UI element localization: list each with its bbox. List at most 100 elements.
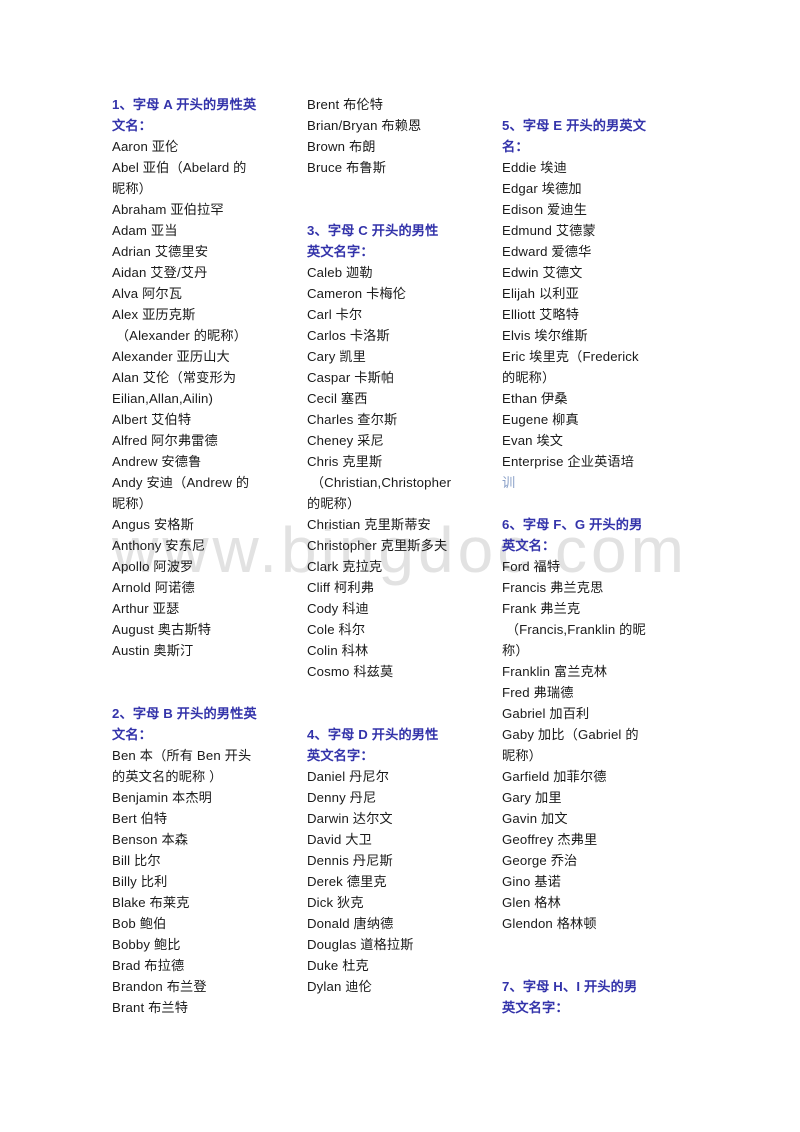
name-entry-line: Dick 狄克	[307, 895, 364, 910]
name-entry-line: Colin 科林	[307, 643, 369, 658]
section-heading-line: 4、字母 D 开头的男性	[307, 727, 439, 742]
name-entry-line: Eddie 埃迪	[502, 160, 567, 175]
name-entry-line: Arthur 亚瑟	[112, 601, 180, 616]
name-entry-line: Alex 亚历克斯	[112, 307, 196, 322]
name-entry-line: Enterprise 企业英语培	[502, 454, 635, 469]
name-entry-line: Elijah 以利亚	[502, 286, 579, 301]
section-heading-line: 3、字母 C 开头的男性	[307, 223, 439, 238]
name-entry-line: Aaron 亚伦	[112, 139, 179, 154]
name-entry-line: 称）	[502, 643, 529, 658]
section-heading-line: 英文名：	[502, 538, 556, 553]
name-entry-line: 昵称）	[112, 496, 153, 511]
name-entry-line: Edward 爱德华	[502, 244, 592, 259]
name-entry-line: Gaby 加比（Gabriel 的	[502, 727, 639, 742]
section-heading-line: 2、字母 B 开头的男性英	[112, 706, 257, 721]
name-entry-line: Arnold 阿诺德	[112, 580, 195, 595]
name-entry-line: 的昵称）	[307, 496, 361, 511]
name-entry-line: Bill 比尔	[112, 853, 161, 868]
name-entry-line: Austin 奥斯汀	[112, 643, 194, 658]
name-entry-line: Adam 亚当	[112, 223, 178, 238]
name-entry-line: Alfred 阿尔弗雷德	[112, 433, 218, 448]
name-entry-line: Geoffrey 杰弗里	[502, 832, 598, 847]
name-entry-line: Eric 埃里克（Frederick	[502, 349, 639, 364]
name-entry-line: Duke 杜克	[307, 958, 369, 973]
name-entry-line: Cecil 塞西	[307, 391, 368, 406]
name-entry-line: Andy 安迪（Andrew 的	[112, 475, 250, 490]
name-entry-line: Derek 德里克	[307, 874, 387, 889]
name-entry-line: Caleb 迦勒	[307, 265, 373, 280]
name-entry-line: Garfield 加菲尔德	[502, 769, 607, 784]
section-heading-line: 英文名字：	[502, 1000, 569, 1015]
name-entry-line: Glen 格林	[502, 895, 561, 910]
name-entry-line: （Christian,Christopher	[307, 475, 452, 490]
section-heading-line: 文名：	[112, 118, 153, 133]
name-entry-line: Carl 卡尔	[307, 307, 363, 322]
name-entry-line: Edgar 埃德加	[502, 181, 582, 196]
name-entry-line: Anthony 安东尼	[112, 538, 206, 553]
name-entry-line: Alan 艾伦（常变形为	[112, 370, 237, 385]
name-entry-line: Blake 布莱克	[112, 895, 190, 910]
name-entry-line: Cliff 柯利弗	[307, 580, 375, 595]
name-entry-line: Brent 布伦特	[307, 97, 384, 112]
name-entry-line: Gabriel 加百利	[502, 706, 590, 721]
name-entry-line: （Francis,Franklin 的昵	[502, 622, 646, 637]
text-columns: 1、字母 A 开头的男性英 文名： Aaron 亚伦 Abel 亚伯（Abelard …	[112, 94, 692, 1018]
name-entry-line: Dennis 丹尼斯	[307, 853, 393, 868]
section-heading-line: 英文名字：	[307, 748, 374, 763]
name-entry-line: Francis 弗兰克思	[502, 580, 604, 595]
name-entry-line: Fred 弗瑞德	[502, 685, 574, 700]
document-page: 1、字母 A 开头的男性英 文名： Aaron 亚伦 Abel 亚伯（Abelard …	[0, 0, 800, 1132]
name-entry-line: Christopher 克里斯多夫	[307, 538, 448, 553]
name-entry-line: Bob 鲍伯	[112, 916, 167, 931]
name-entry-line: Edmund 艾德蒙	[502, 223, 596, 238]
name-entry-line: Cody 科迪	[307, 601, 369, 616]
name-entry-line: 昵称）	[502, 748, 543, 763]
name-entry-line: Gary 加里	[502, 790, 562, 805]
section-heading-line: 英文名字：	[307, 244, 374, 259]
name-entry-line: Brandon 布兰登	[112, 979, 207, 994]
name-entry-line: Charles 查尔斯	[307, 412, 398, 427]
name-entry-line: （Alexander 的昵称）	[112, 328, 248, 343]
name-entry-line: Caspar 卡斯帕	[307, 370, 395, 385]
name-entry-line: 昵称）	[112, 181, 153, 196]
name-entry-line: Daniel 丹尼尔	[307, 769, 390, 784]
name-entry-line: Franklin 富兰克林	[502, 664, 608, 679]
name-entry-line: George 乔治	[502, 853, 578, 868]
name-entry-line: Gavin 加文	[502, 811, 568, 826]
section-heading-line: 6、字母 F、G 开头的男	[502, 517, 643, 532]
name-entry-line: Eilian,Allan,Ailin)	[112, 391, 214, 406]
name-entry-line: Abraham 亚伯拉罕	[112, 202, 224, 217]
name-entry-line: Glendon 格林顿	[502, 916, 597, 931]
name-entry-line: Brad 布拉德	[112, 958, 185, 973]
name-entry-line: Angus 安格斯	[112, 517, 194, 532]
name-entry-line: Andrew 安德鲁	[112, 454, 202, 469]
name-entry-line: Benson 本森	[112, 832, 189, 847]
name-entry-line: Brant 布兰特	[112, 1000, 189, 1015]
name-entry-line: Carlos 卡洛斯	[307, 328, 390, 343]
column-1: 1、字母 A 开头的男性英 文名： Aaron 亚伦 Abel 亚伯（Abelard …	[112, 94, 305, 1018]
name-entry-line: Douglas 道格拉斯	[307, 937, 414, 952]
name-entry-line: Frank 弗兰克	[502, 601, 581, 616]
name-entry-line: Cosmo 科兹莫	[307, 664, 394, 679]
name-entry-line: Eugene 柳真	[502, 412, 579, 427]
name-entry-line: Benjamin 本杰明	[112, 790, 213, 805]
section-heading-line: 文名：	[112, 727, 153, 742]
column-3: 5、字母 E 开头的男英文 名： Eddie 埃迪 Edgar 埃德加 Edison 爱…	[502, 94, 695, 1018]
name-entry-line: Elvis 埃尔维斯	[502, 328, 588, 343]
name-entry-line: Gino 基诺	[502, 874, 561, 889]
name-entry-line: Alexander 亚历山大	[112, 349, 230, 364]
name-entry-line: Ethan 伊桑	[502, 391, 568, 406]
name-entry-line: Brian/Bryan 布赖恩	[307, 118, 422, 133]
name-entry-line: Edison 爱迪生	[502, 202, 588, 217]
name-entry-line: Bobby 鲍比	[112, 937, 181, 952]
name-entry-line: Donald 唐纳德	[307, 916, 394, 931]
name-entry-line: Alva 阿尔瓦	[112, 286, 183, 301]
